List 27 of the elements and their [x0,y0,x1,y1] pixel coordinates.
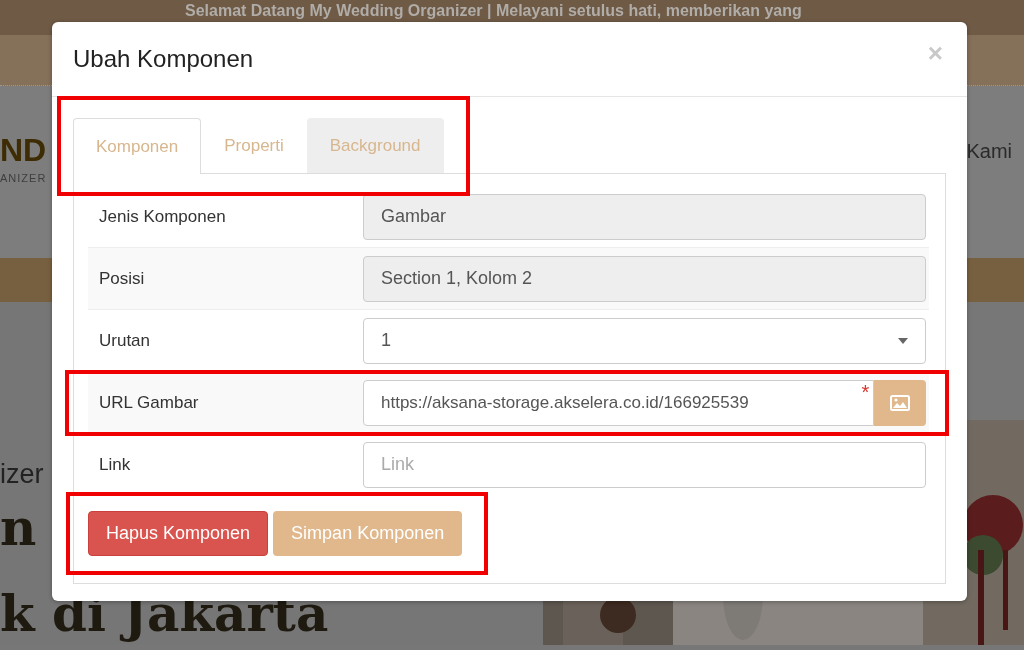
select-field[interactable]: 1 [363,317,926,364]
readonly-field: Section 1, Kolom 2 [363,255,926,302]
field-label: Urutan [98,330,152,351]
save-button[interactable]: Simpan Komponen [273,511,463,556]
logo-tagline: ANIZER [0,172,47,184]
hero-subtitle: izer [0,458,44,491]
link-field[interactable]: Link [363,441,926,488]
caret-icon [898,337,908,344]
field-label: URL Gambar [98,392,200,413]
hero-heading: n [0,499,37,557]
tab[interactable]: Properti [201,118,307,173]
field-label: Link [98,454,132,475]
tab[interactable]: Komponen [73,118,202,174]
required-mark: * [861,381,870,402]
delete-button[interactable]: Hapus Komponen [88,511,269,556]
tab[interactable]: Background [306,118,444,173]
image-icon [890,394,911,411]
image-picker-button[interactable] [874,379,926,426]
close-button[interactable]: × [923,37,947,69]
modal-title: Ubah Komponen [73,45,254,73]
readonly-field: Gambar [363,193,926,240]
field-label: Posisi [98,268,146,289]
logo-text: ND [0,131,47,170]
nav-link[interactable]: Kami [966,140,1024,258]
marquee-text: Selamat Datang My Wedding Organizer | Melayani setulus hati, memberikan yang [185,2,802,20]
field-label: Jenis Komponen [98,206,227,227]
url-field[interactable]: https://aksana-storage.akselera.co.id/166925539 * [363,379,875,426]
